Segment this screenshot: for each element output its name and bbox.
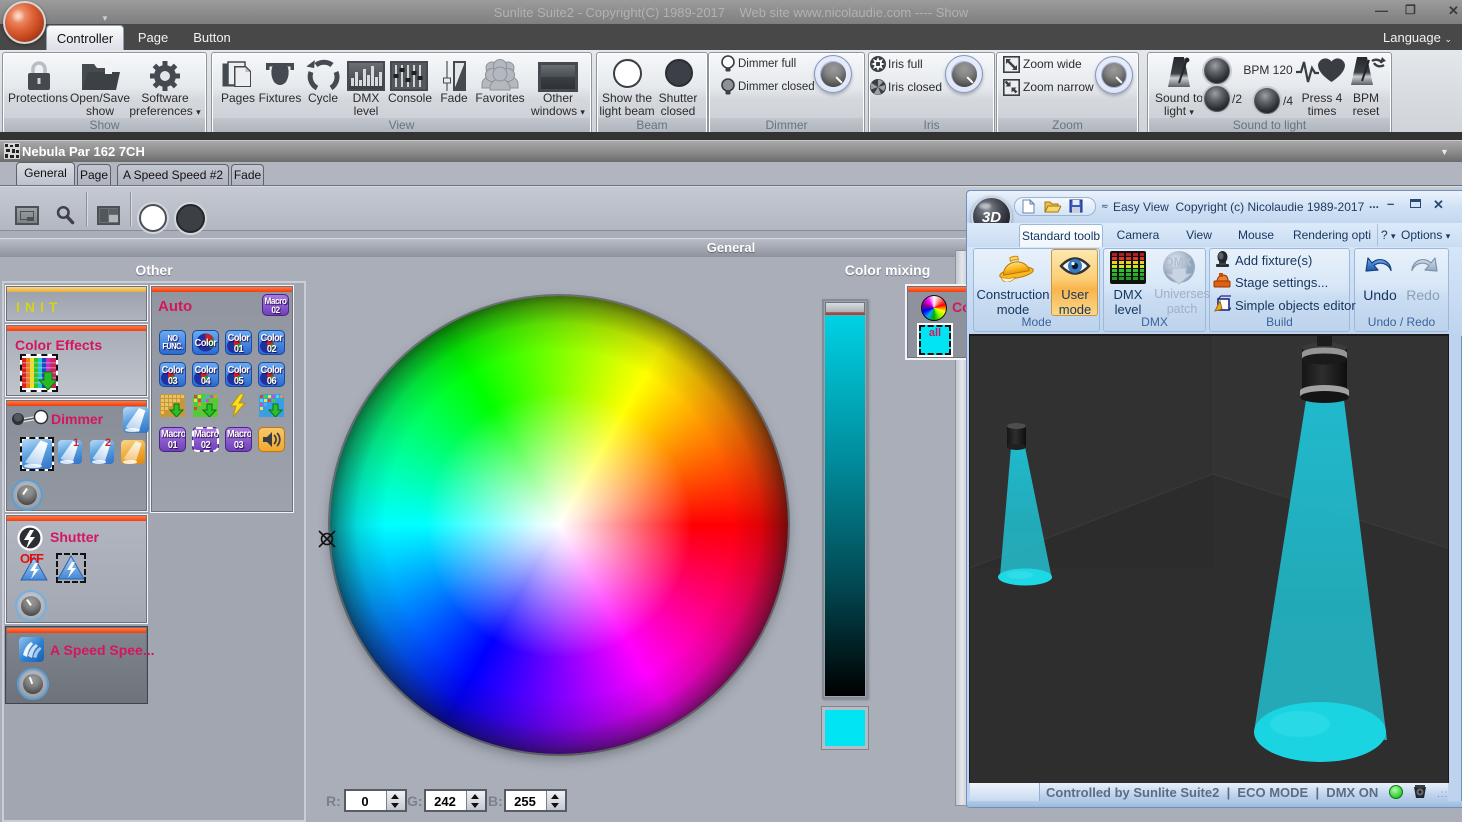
- svg-text:DMX: DMX: [1165, 255, 1192, 269]
